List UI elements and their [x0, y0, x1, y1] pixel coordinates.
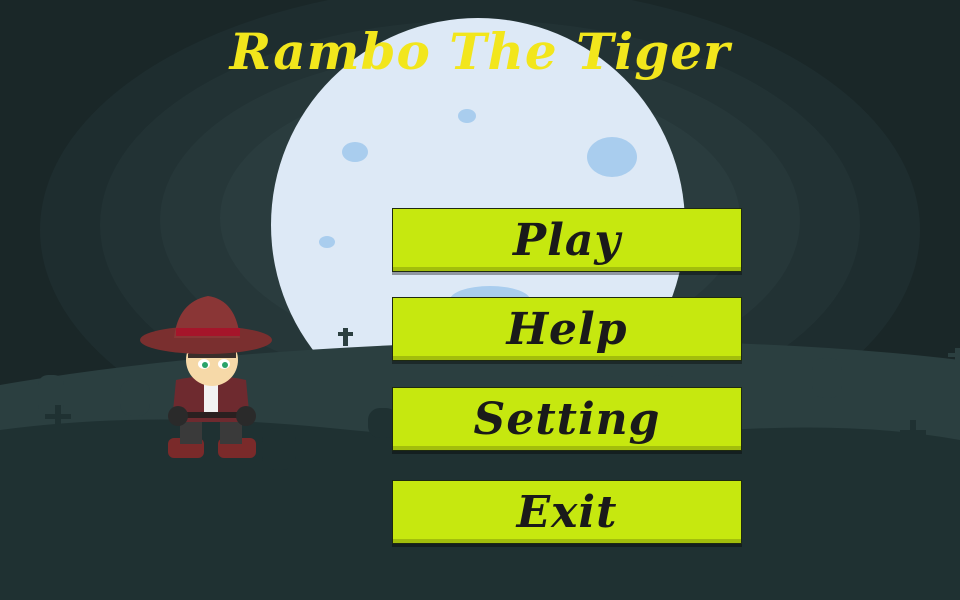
- help-button[interactable]: Help: [392, 297, 742, 361]
- exit-button[interactable]: Exit: [392, 480, 742, 544]
- setting-button-label: Setting: [473, 393, 661, 445]
- play-button[interactable]: Play: [392, 208, 742, 272]
- cowboy-hero-character: [140, 296, 272, 458]
- game-menu-screen: Rambo The Tiger Play Help Setting Exit: [0, 0, 960, 600]
- exit-button-label: Exit: [516, 486, 618, 538]
- play-button-label: Play: [513, 214, 621, 266]
- game-title: Rambo The Tiger: [229, 22, 731, 81]
- setting-button[interactable]: Setting: [392, 387, 742, 451]
- help-button-label: Help: [506, 303, 628, 355]
